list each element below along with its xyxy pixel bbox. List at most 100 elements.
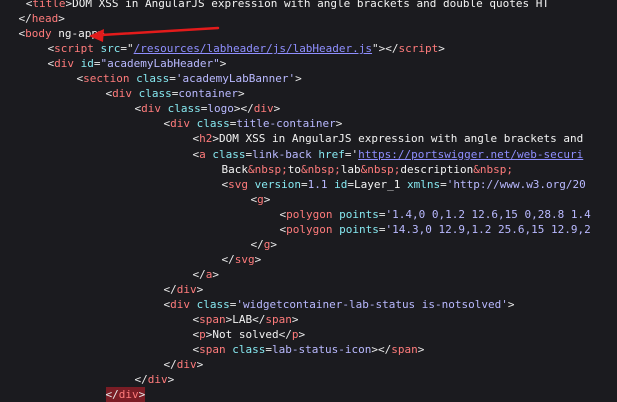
code-token-tag: span — [391, 343, 418, 357]
code-token-punct: > — [295, 72, 302, 86]
code-token-attr: class — [205, 147, 246, 161]
line-div-close-3[interactable]: </div> — [135, 372, 175, 387]
line-a-close[interactable]: </a> — [193, 267, 220, 282]
code-token-val: "academyLabHeader" — [100, 57, 220, 71]
code-token-text: description — [400, 162, 474, 176]
code-token-punct: > — [263, 192, 271, 206]
line-div-widget[interactable]: <div class='widgetcontainer-lab-status i… — [164, 297, 515, 312]
code-token-punct: > — [335, 117, 343, 131]
code-token-link[interactable]: /resources/labheader/js/labHeader.js — [134, 42, 372, 55]
code-token-attr: class — [190, 117, 230, 131]
line-span-lab[interactable]: <span>LAB</span> — [193, 312, 299, 327]
line-polygon-2[interactable]: <polygon points='14.3,0 12.9,1.2 25.6,15… — [280, 222, 591, 237]
code-token-val: 'academyLabBanner' — [175, 72, 296, 86]
line-polygon-1[interactable]: <polygon points='1.4,0 0,1.2 12.6,15 0,2… — [280, 207, 591, 222]
code-token-tag: div — [170, 298, 190, 311]
code-token-punct: "></ — [372, 42, 399, 56]
line-div-close-4[interactable]: </div> — [105, 387, 146, 402]
code-token-tag: div — [253, 102, 274, 116]
code-token-punct: = — [265, 343, 272, 357]
code-token-attr: xmlns — [400, 177, 441, 191]
line-script[interactable]: <script src="/resources/labheader/js/lab… — [48, 41, 445, 56]
code-token-text: LAB — [232, 313, 253, 327]
code-token-val: logo — [207, 102, 234, 116]
code-token-punct: </ — [221, 252, 235, 266]
code-token-val: 'widgetcontainer-lab-status is-notsolved… — [236, 298, 508, 311]
code-token-val: lab-status-icon — [272, 343, 372, 357]
line-h2[interactable]: <h2>DOM XSS in AngularJS expression with… — [193, 131, 584, 146]
code-token-text: Not solved — [212, 328, 279, 342]
code-token-tag: &nbsp; — [473, 162, 513, 176]
code-token-link[interactable]: https://portswigger.net/web-securi — [358, 148, 583, 161]
code-token-punct: > — [417, 343, 425, 357]
line-div-logo[interactable]: <div class=logo></div> — [135, 101, 281, 116]
code-token-val: 'http://www.w3.org/20 — [446, 177, 586, 191]
code-token-tag: script — [54, 42, 94, 56]
code-token-punct: = — [440, 177, 447, 191]
line-body-open[interactable]: <body ng-app> — [19, 26, 105, 41]
code-token-tag: p — [199, 328, 206, 342]
code-token-tag: section — [83, 72, 130, 86]
line-back-text[interactable]: Back&nbsp;to&nbsp;lab&nbsp;description&n… — [222, 162, 513, 177]
code-token-punct: > — [270, 237, 277, 251]
code-token-punct: </ — [250, 237, 264, 251]
code-token-val: link-back — [252, 147, 312, 161]
code-token-attr: points — [332, 207, 379, 221]
code-token-tag: svg — [228, 177, 248, 191]
code-token-tag: span — [199, 343, 226, 357]
code-token-attr: class — [129, 72, 170, 86]
code-token-tag: span — [199, 313, 226, 327]
code-token-punct: = — [300, 177, 308, 191]
code-token-tag: div — [112, 87, 132, 101]
line-p-not-solved[interactable]: <p>Not solved</p> — [193, 327, 306, 342]
code-token-tag: svg — [234, 252, 255, 266]
code-token-text: DOM XSS in AngularJS expression with ang… — [72, 0, 549, 10]
code-token-punct: > — [196, 282, 204, 296]
code-token-tag: &nbsp; — [248, 162, 288, 176]
code-token-val: '1.4,0 0,1.2 12.6,15 0,28.8 1.4 — [385, 207, 591, 221]
code-token-punct: = — [93, 57, 101, 71]
line-a-link-back[interactable]: <a class=link-back href='https://portswi… — [193, 147, 584, 162]
code-token-punct: </ — [278, 328, 292, 342]
code-token-tag: div — [176, 282, 197, 296]
code-token-tag: h2 — [199, 132, 213, 146]
code-token-tag: body — [25, 27, 52, 41]
code-token-val: 1.1 — [307, 177, 328, 191]
code-token-punct: </ — [163, 358, 177, 372]
line-title[interactable]: <title>DOM XSS in AngularJS expression w… — [26, 0, 549, 11]
html-source-viewer[interactable]: <title>DOM XSS in AngularJS expression w… — [0, 0, 617, 402]
code-token-attr: src — [93, 42, 121, 56]
line-svg[interactable]: <svg version=1.1 id=Layer_1 xmlns='http:… — [222, 177, 586, 192]
code-token-punct: </ — [192, 267, 206, 281]
line-div-close-1[interactable]: </div> — [164, 282, 204, 297]
code-token-tag: div — [147, 373, 168, 387]
line-span-icon[interactable]: <span class=lab-status-icon></span> — [193, 342, 425, 357]
code-token-tag: g — [257, 192, 264, 206]
line-section[interactable]: <section class='academyLabBanner'> — [77, 71, 302, 86]
code-token-attr: class — [161, 102, 201, 116]
line-svg-close[interactable]: </svg> — [222, 252, 262, 267]
line-div-academy[interactable]: <div id="academyLabHeader"> — [48, 56, 227, 71]
line-div-container[interactable]: <div class=container> — [106, 86, 245, 101]
code-token-text: lab — [340, 162, 361, 176]
code-token-tag: div — [141, 102, 161, 116]
code-token-punct: > — [438, 42, 445, 56]
line-g-open[interactable]: <g> — [251, 192, 271, 207]
code-token-tag: a — [199, 147, 206, 161]
line-div-close-2[interactable]: </div> — [164, 357, 204, 372]
line-head-close[interactable]: </head> — [19, 11, 65, 26]
code-token-tag: &nbsp; — [301, 162, 341, 176]
code-token-attr: version — [248, 177, 301, 191]
code-token-tag: div — [176, 358, 197, 372]
code-token-text: DOM XSS in AngularJS expression with ang… — [219, 132, 584, 146]
code-token-text: Back — [221, 162, 249, 176]
code-token-punct: > — [273, 102, 281, 116]
code-token-text: ng-app — [51, 27, 98, 41]
code-token-val: title-container — [236, 117, 336, 131]
code-token-attr: id — [327, 177, 348, 191]
line-g-close[interactable]: </g> — [251, 237, 278, 252]
code-token-text: Layer_1 — [353, 177, 401, 191]
code-token-punct: </ — [163, 282, 177, 296]
code-token-punct: > — [219, 57, 227, 71]
line-div-title-container[interactable]: <div class=title-container> — [164, 116, 343, 131]
